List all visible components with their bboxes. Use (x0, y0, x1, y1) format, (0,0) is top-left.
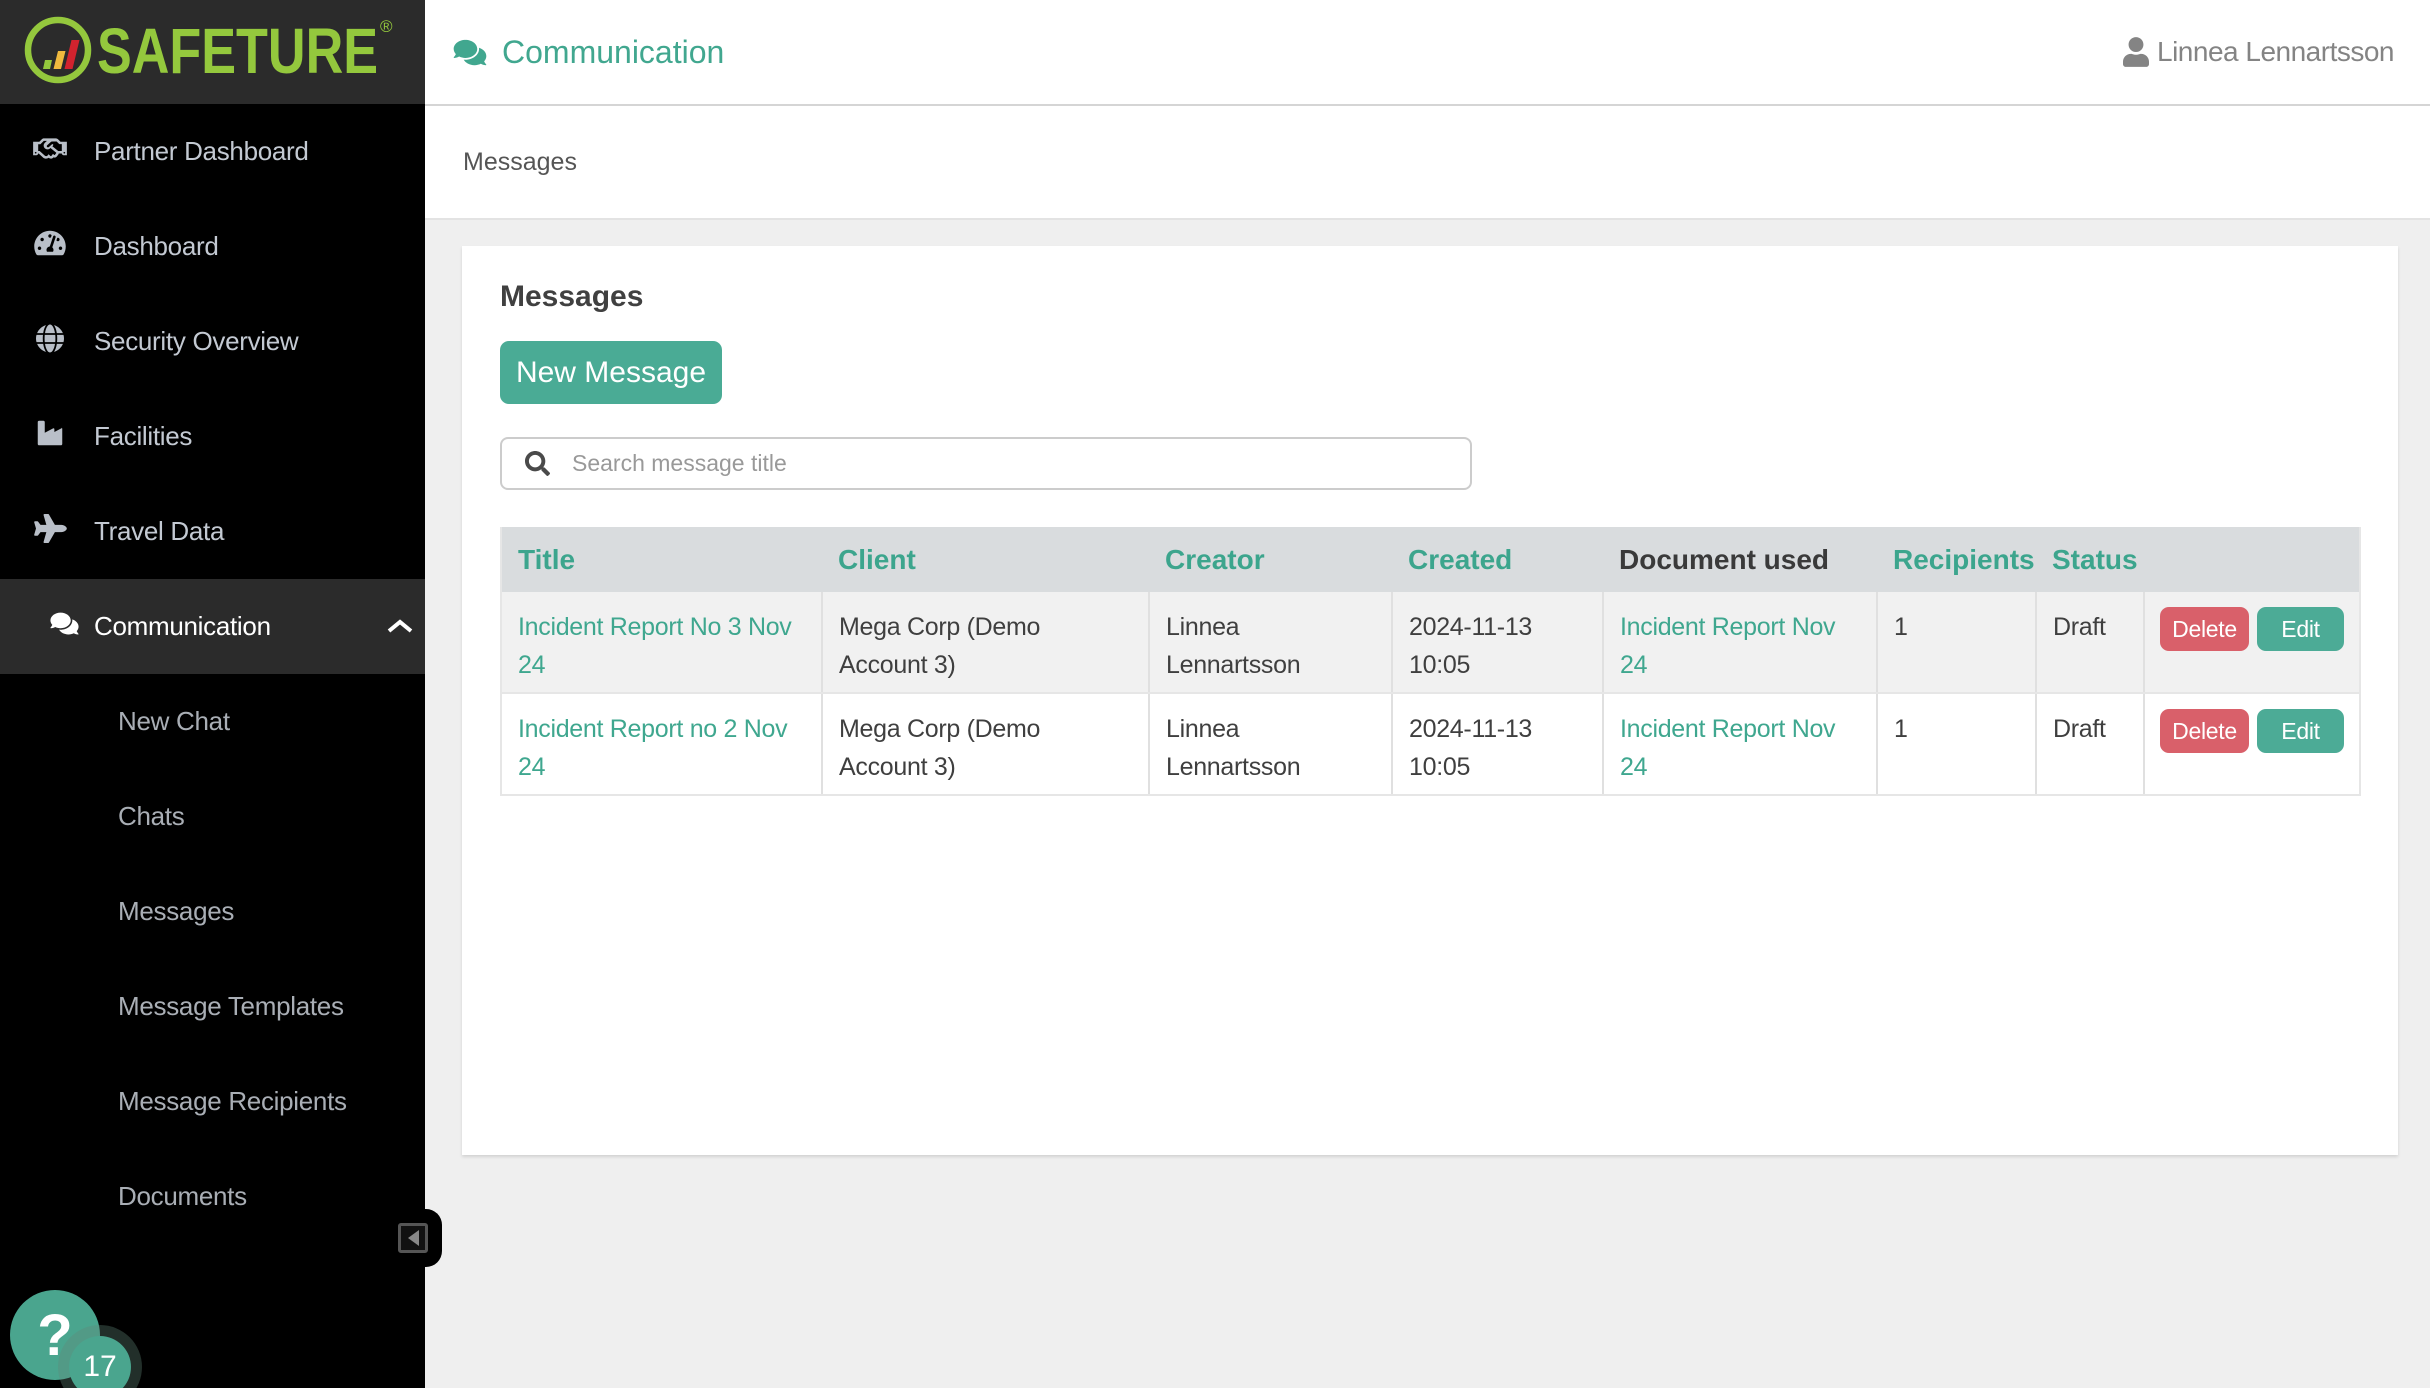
svg-text:SAFETURE: SAFETURE (97, 15, 378, 87)
svg-text:®: ® (380, 17, 393, 36)
